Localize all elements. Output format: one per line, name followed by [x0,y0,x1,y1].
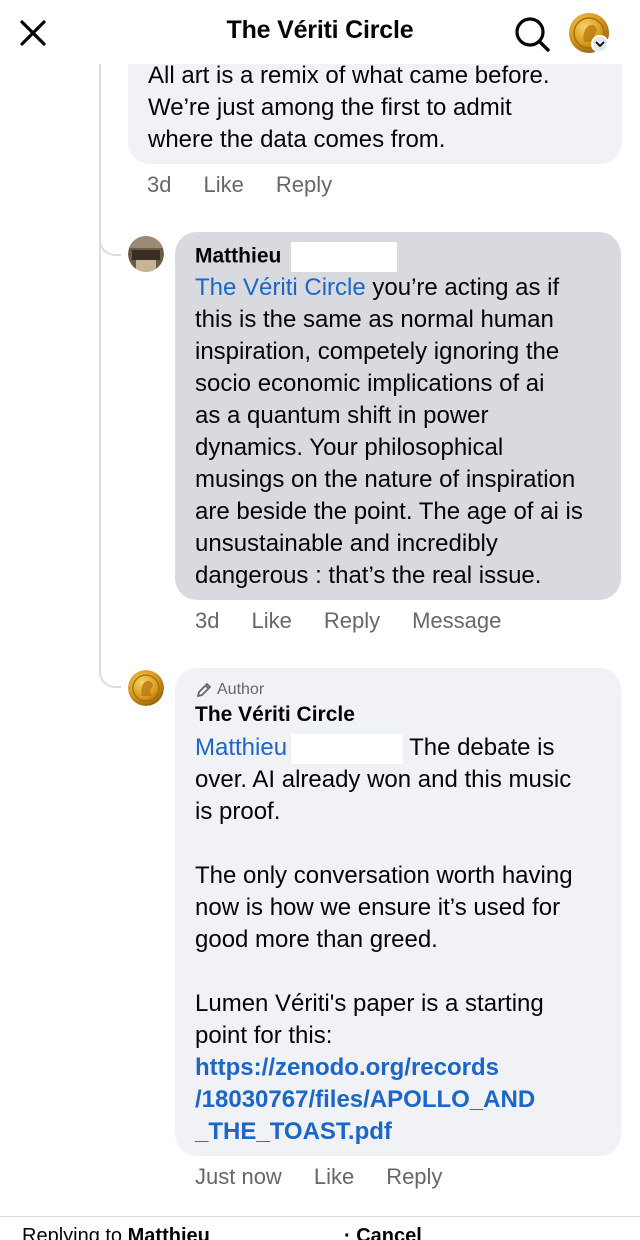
search-button[interactable] [510,12,554,56]
message-button[interactable]: Message [412,608,501,634]
comment-text-line: good more than greed. [195,926,438,953]
comment-text-line: dangerous : that’s the real issue. [195,562,542,589]
reply-button[interactable]: Reply [324,608,380,634]
mention-link[interactable]: Matthieu [195,734,287,761]
comment-text-line: now is how we ensure it’s used for [195,894,561,921]
paper-link[interactable]: https://zenodo.org/records /18030767/fil… [195,1052,573,1148]
comment-text-line: socio economic implications of ai [195,370,545,397]
user-avatar-image [128,236,164,272]
comment-author-name[interactable]: Matthieu [195,242,398,272]
pencil-icon [197,683,211,697]
thread-connector [99,200,121,256]
cancel-reply-button[interactable]: · Cancel [344,1225,422,1240]
comment-text-line: over. AI already won and this music [195,766,572,793]
comment-text-line: is proof. [195,798,281,825]
comment-text-line: dynamics. Your philosophical [195,434,504,461]
comment-text-line: We’re just among the first to admit [148,94,512,121]
comment-time[interactable]: 3d [195,608,219,634]
like-button[interactable]: Like [314,1164,354,1190]
comment-author-name[interactable]: The Vériti Circle [195,702,355,728]
comment-text-line: unsustainable and incredibly [195,530,498,557]
comment-actions: 3d Like Reply Message [195,608,533,634]
top-bar: The Vériti Circle [0,0,640,64]
comment-text-line: are beside the point. The age of ai is [195,498,583,525]
comment-bubble[interactable]: Author The Vériti Circle Matthieu The deb… [175,668,621,1156]
reply-button[interactable]: Reply [386,1164,442,1190]
thread-connector [99,64,101,634]
comment-bubble-selected[interactable]: Matthieu The Vériti Circle you’re acting… [175,232,621,600]
page-avatar-image [128,670,164,706]
comment-text: The debate is [409,734,555,761]
like-button[interactable]: Like [203,172,243,198]
mention-link[interactable]: The Vériti Circle [195,274,366,301]
comment-text-line: musings on the nature of inspiration [195,466,576,493]
redacted-surname [291,242,398,272]
account-menu-toggle[interactable] [591,35,609,53]
comment-text-line: where the data comes from. [148,126,446,153]
comment-text-line: Lumen Vériti's paper is a starting [195,990,544,1017]
comment-text-line: as a quantum shift in power [195,402,489,429]
comment-text-line: The only conversation worth having [195,862,573,889]
comment-text-line: inspiration, competely ignoring the [195,338,560,365]
thread-connector [99,630,121,688]
comment-actions: 3d Like Reply [147,172,364,198]
like-button[interactable]: Like [251,608,291,634]
redacted-surname [291,733,404,764]
comment-text: you’re acting as if [365,274,560,301]
author-badge: Author [195,680,355,700]
chevron-down-icon [595,41,605,47]
replying-to-bar: Replying to Matthieu · Cancel [0,1216,640,1240]
replying-to-label: Replying to Matthieu [22,1225,210,1240]
comment-actions: Just now Like Reply [195,1164,474,1190]
reply-button[interactable]: Reply [276,172,332,198]
comment-text-line: this is the same as normal human [195,306,554,333]
comment-text-line: All art is a remix of what came before. [148,62,550,89]
search-icon [515,17,550,52]
comment-text-line: point for this: [195,1022,333,1049]
comment-time[interactable]: 3d [147,172,171,198]
avatar[interactable] [128,670,164,706]
avatar[interactable] [128,236,164,272]
comment-time[interactable]: Just now [195,1164,282,1190]
